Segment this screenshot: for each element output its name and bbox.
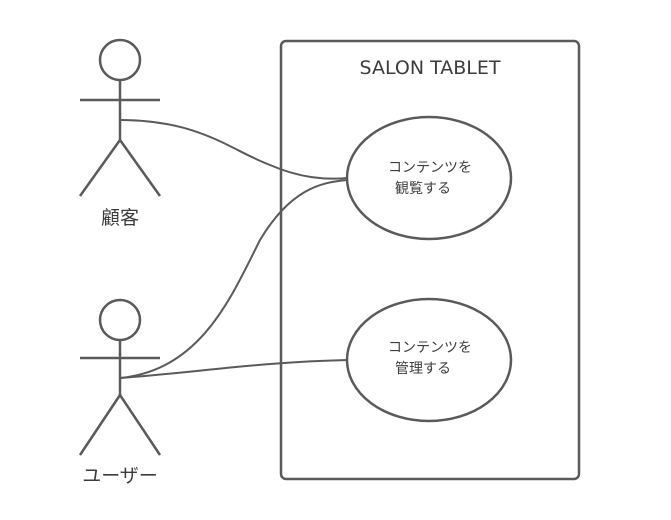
system-boundary-box <box>279 39 581 481</box>
system-title: SALON TABLET <box>360 57 501 79</box>
use-case-view-line1: コンテンツを <box>388 160 472 176</box>
use-case-view-line2: 観覧する <box>395 180 451 197</box>
actor-user-figure <box>78 298 162 456</box>
use-case-view: コンテンツを 観覧する <box>345 115 513 241</box>
use-case-manage-line1: コンテンツを <box>388 340 472 356</box>
actor-user-label: ユーザー <box>82 465 158 487</box>
actor-customer-figure <box>78 38 162 197</box>
use-case-view-ellipse <box>345 115 513 241</box>
actor-customer: 顧客 <box>78 38 162 229</box>
use-case-manage-line2: 管理する <box>395 361 451 377</box>
actor-user: ユーザー <box>78 298 162 487</box>
system-boundary: SALON TABLET <box>279 39 581 481</box>
use-case-diagram: SALON TABLET コンテンツを 観覧する コンテンツを 管理する 顧客 <box>78 38 581 487</box>
use-case-manage-ellipse <box>345 297 513 423</box>
use-case-manage: コンテンツを 管理する <box>345 297 513 423</box>
actor-customer-label: 顧客 <box>101 207 139 229</box>
association-user-view <box>119 179 349 379</box>
association-customer-view <box>119 119 349 180</box>
